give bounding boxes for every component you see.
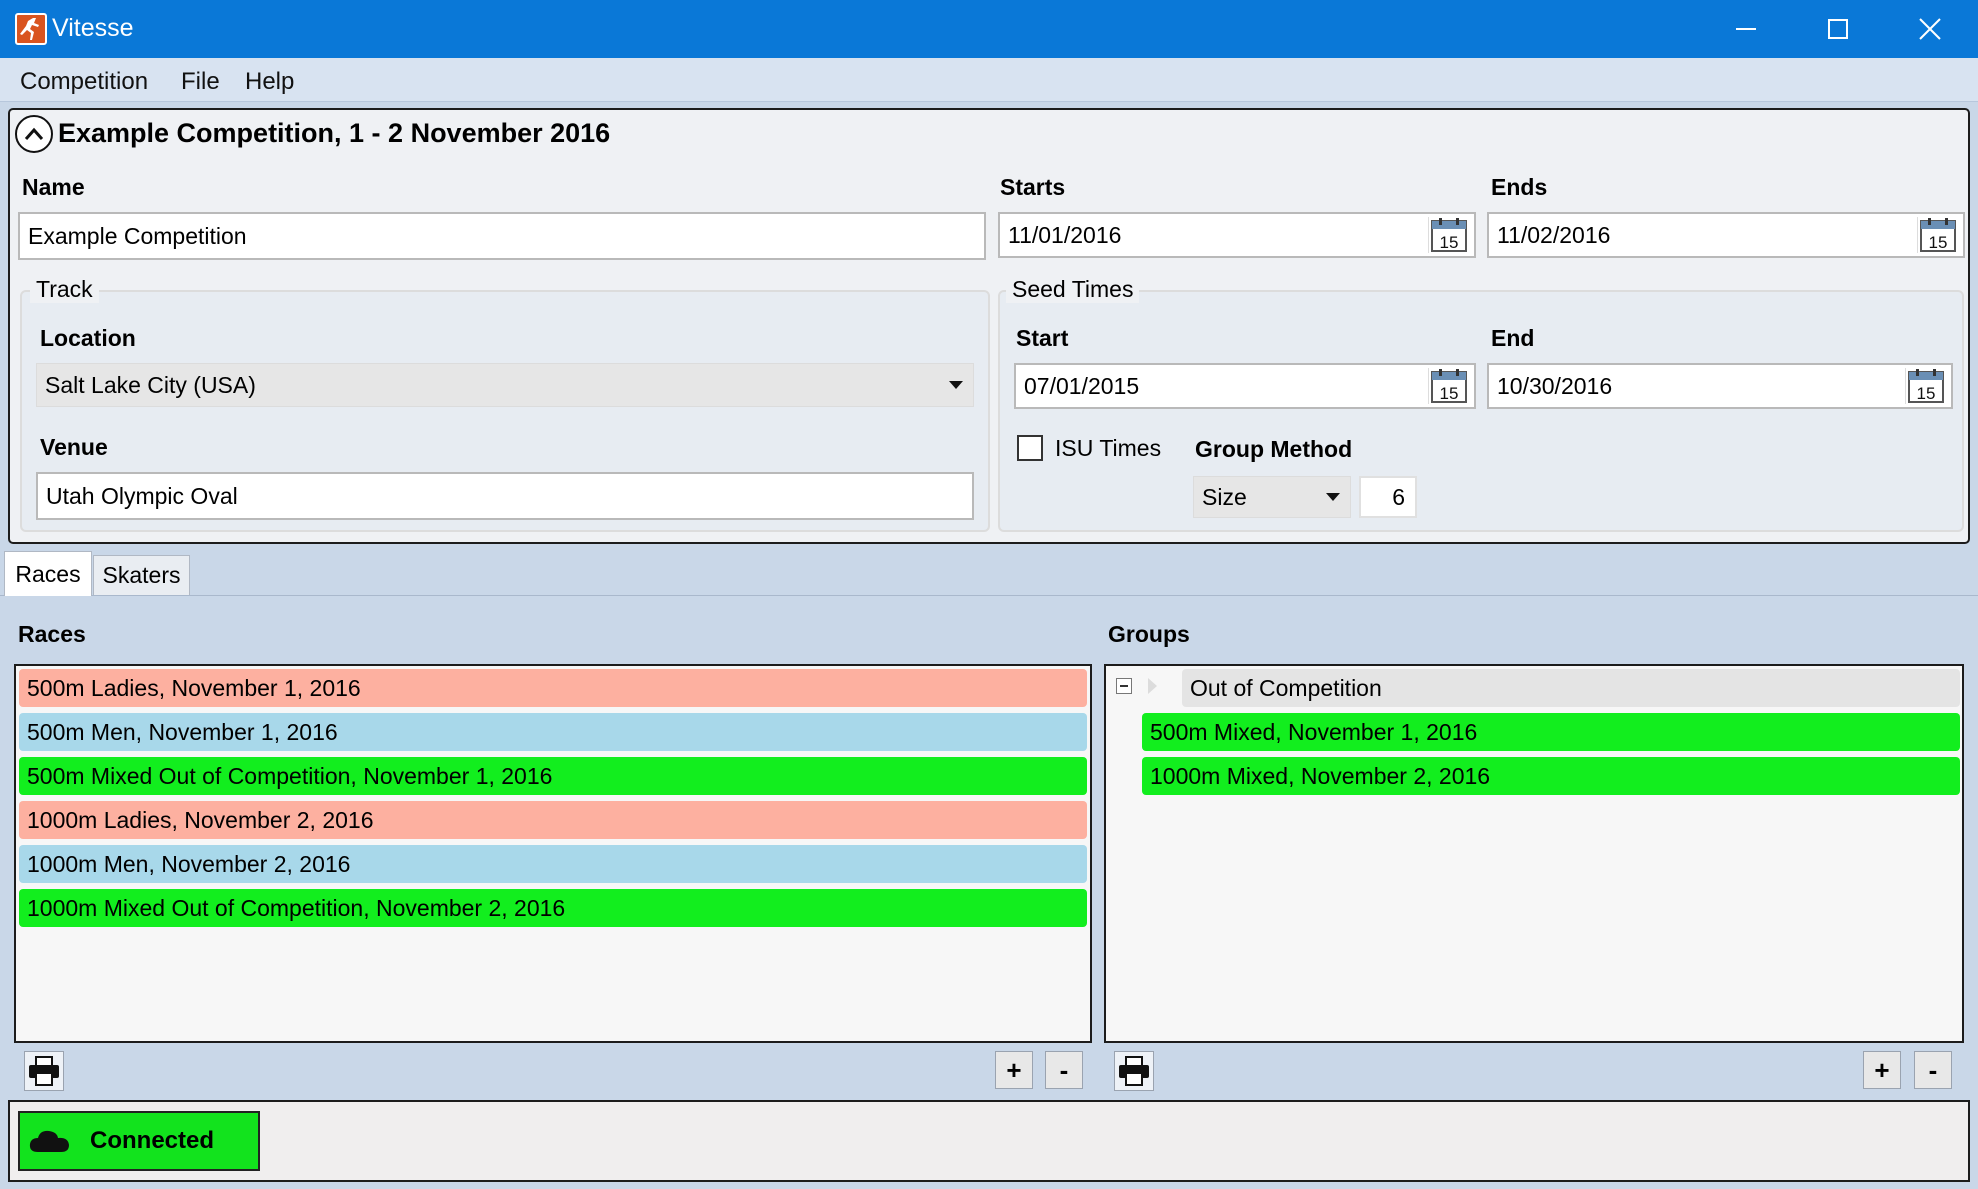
group-method-label: Group Method	[1195, 436, 1353, 462]
menu-bar: Competition File Help	[0, 58, 1978, 102]
title-bar: Vitesse	[0, 0, 1978, 58]
tab-skaters[interactable]: Skaters	[93, 555, 190, 595]
minimize-button[interactable]	[1700, 0, 1792, 58]
menu-help[interactable]: Help	[245, 68, 294, 96]
collapse-node-icon[interactable]	[1116, 678, 1132, 694]
group-method-value: Size	[1202, 483, 1247, 510]
name-label: Name	[22, 174, 85, 200]
tab-races[interactable]: Races	[4, 551, 92, 596]
seed-end-value: 10/30/2016	[1497, 372, 1613, 399]
expand-arrow-icon	[1148, 678, 1157, 694]
isu-times-checkbox[interactable]	[1017, 435, 1043, 461]
list-item[interactable]: 1000m Men, November 2, 2016	[19, 845, 1087, 883]
cloud-icon	[29, 1130, 69, 1152]
add-race-button[interactable]: +	[995, 1051, 1033, 1089]
groups-tree[interactable]: Out of Competition 500m Mixed, November …	[1104, 664, 1964, 1043]
collapse-icon[interactable]	[15, 115, 53, 153]
menu-file[interactable]: File	[181, 68, 220, 96]
group-size-input[interactable]: 6	[1359, 476, 1417, 518]
svg-text:15: 15	[1928, 233, 1947, 252]
races-list[interactable]: 500m Ladies, November 1, 2016 500m Men, …	[14, 664, 1092, 1043]
location-value: Salt Lake City (USA)	[45, 371, 256, 398]
ends-date-picker[interactable]: 11/02/2016 15	[1487, 212, 1965, 258]
venue-label: Venue	[40, 434, 108, 460]
printer-icon	[29, 1056, 59, 1086]
seed-times-group-title: Seed Times	[1006, 276, 1140, 303]
connected-button[interactable]: Connected	[18, 1111, 260, 1171]
starts-date-picker[interactable]: 11/01/2016 15	[998, 212, 1476, 258]
races-tab-content: Races Groups 500m Ladies, November 1, 20…	[0, 595, 1978, 1100]
connected-label: Connected	[90, 1127, 215, 1154]
print-races-button[interactable]	[24, 1051, 64, 1091]
seed-start-label: Start	[1016, 325, 1069, 351]
remove-race-button[interactable]: -	[1045, 1051, 1083, 1089]
competition-panel: Example Competition, 1 - 2 November 2016…	[8, 108, 1970, 544]
chevron-down-icon	[1326, 493, 1340, 501]
svg-text:15: 15	[1439, 384, 1458, 403]
svg-text:15: 15	[1439, 233, 1458, 252]
name-input[interactable]: Example Competition	[18, 212, 986, 260]
menu-competition[interactable]: Competition	[20, 68, 148, 96]
window-title: Vitesse	[52, 14, 134, 42]
track-group-title: Track	[30, 276, 99, 303]
chevron-down-icon	[949, 381, 963, 389]
printer-icon	[1119, 1056, 1149, 1086]
isu-times-label: ISU Times	[1055, 435, 1162, 461]
starts-value: 11/01/2016	[1008, 221, 1122, 248]
list-item[interactable]: 500m Men, November 1, 2016	[19, 713, 1087, 751]
calendar-icon[interactable]: 15	[1428, 217, 1468, 253]
list-item[interactable]: 1000m Mixed, November 2, 2016	[1142, 757, 1960, 795]
group-node[interactable]: Out of Competition	[1182, 669, 1960, 707]
maximize-button[interactable]	[1792, 0, 1884, 58]
venue-value: Utah Olympic Oval	[46, 482, 238, 509]
races-title: Races	[18, 621, 86, 647]
group-method-dropdown[interactable]: Size	[1193, 476, 1351, 518]
groups-title: Groups	[1108, 621, 1190, 647]
venue-input[interactable]: Utah Olympic Oval	[36, 472, 974, 520]
calendar-icon[interactable]: 15	[1917, 217, 1957, 253]
location-dropdown[interactable]: Salt Lake City (USA)	[36, 363, 974, 407]
seed-end-label: End	[1491, 325, 1535, 351]
maximize-icon	[1828, 19, 1848, 39]
seed-start-value: 07/01/2015	[1024, 372, 1140, 399]
calendar-icon[interactable]: 15	[1428, 368, 1468, 404]
remove-group-button[interactable]: -	[1914, 1051, 1952, 1089]
list-item[interactable]: 1000m Mixed Out of Competition, November…	[19, 889, 1087, 927]
close-icon	[1919, 18, 1941, 40]
svg-text:15: 15	[1916, 384, 1935, 403]
minimize-icon	[1736, 28, 1756, 30]
seed-times-group	[998, 290, 1964, 532]
close-button[interactable]	[1884, 0, 1976, 58]
list-item[interactable]: 500m Mixed Out of Competition, November …	[19, 757, 1087, 795]
ends-value: 11/02/2016	[1497, 221, 1611, 248]
calendar-icon[interactable]: 15	[1905, 368, 1945, 404]
seed-end-date-picker[interactable]: 10/30/2016 15	[1487, 363, 1953, 409]
list-item[interactable]: 500m Mixed, November 1, 2016	[1142, 713, 1960, 751]
app-icon	[15, 13, 47, 45]
print-groups-button[interactable]	[1114, 1051, 1154, 1091]
status-bar: Connected	[8, 1100, 1970, 1182]
seed-start-date-picker[interactable]: 07/01/2015 15	[1014, 363, 1476, 409]
ends-label: Ends	[1491, 174, 1548, 200]
add-group-button[interactable]: +	[1863, 1051, 1901, 1089]
list-item[interactable]: 1000m Ladies, November 2, 2016	[19, 801, 1087, 839]
list-item[interactable]: 500m Ladies, November 1, 2016	[19, 669, 1087, 707]
starts-label: Starts	[1000, 174, 1066, 200]
name-value: Example Competition	[28, 222, 247, 249]
competition-heading: Example Competition, 1 - 2 November 2016	[58, 118, 611, 148]
location-label: Location	[40, 325, 136, 351]
group-size-value: 6	[1392, 483, 1405, 510]
